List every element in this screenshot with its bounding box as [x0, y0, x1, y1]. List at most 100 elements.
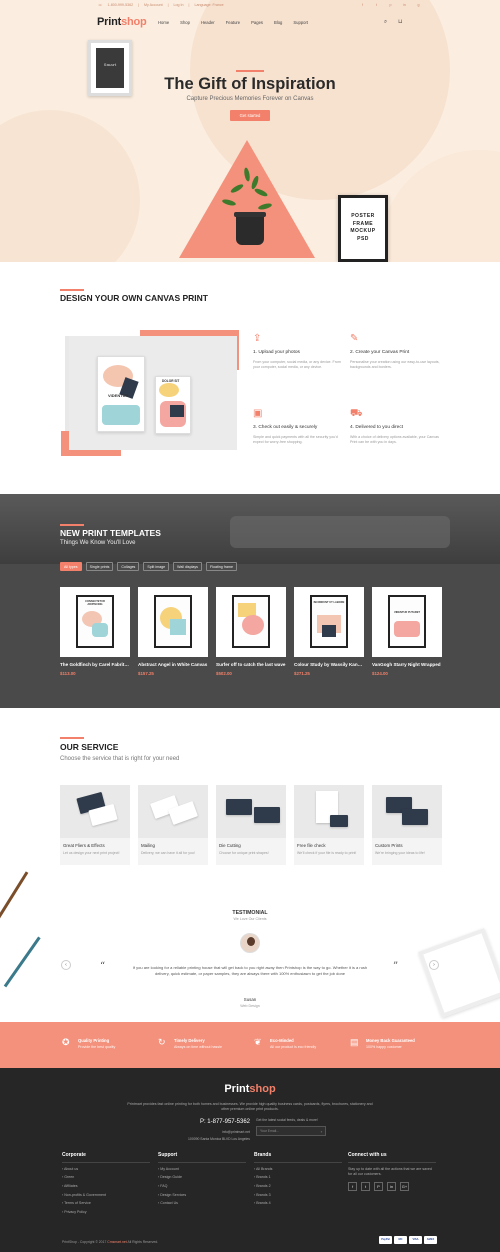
copyright-link[interactable]: Cmsmart.net: [107, 1240, 126, 1244]
site-logo[interactable]: Printshop: [97, 15, 147, 29]
service-image: [60, 785, 130, 838]
nav-item-shop[interactable]: Shop: [180, 20, 190, 25]
google-plus-icon[interactable]: G+: [400, 1182, 409, 1192]
nav-item-pages[interactable]: Pages: [251, 20, 263, 25]
product-image[interactable]: [138, 587, 208, 657]
my-account-link[interactable]: My Account: [144, 3, 163, 8]
footer-link[interactable]: › My Account: [158, 1167, 246, 1172]
facebook-icon[interactable]: f: [348, 1182, 357, 1192]
delivery-truck-icon: ⛟: [350, 408, 363, 419]
footer-col-support: Support › My Account › Design Guide › FA…: [158, 1152, 246, 1206]
footer-col-brands: Brands › All Brands › Brands 1 › Brands …: [254, 1152, 342, 1206]
service-card[interactable]: Free file check We'll check if your file…: [294, 785, 364, 865]
paintbrush-image: [3, 936, 41, 988]
linkedin-icon[interactable]: in: [402, 3, 407, 8]
avatar: [240, 933, 260, 953]
footer-link[interactable]: › Contact Us: [158, 1201, 246, 1206]
service-image: [294, 785, 364, 838]
templates-subtitle: Things We Know You'll Love: [60, 540, 136, 546]
footer-link[interactable]: › All Brands: [254, 1167, 342, 1172]
filter-all-types[interactable]: All types: [60, 562, 82, 571]
product-card[interactable]: Surfer off to catch the last wave $502.0…: [216, 587, 286, 677]
nav-item-feature[interactable]: Feature: [226, 20, 240, 25]
hero-title: The Gift of Inspiration: [164, 75, 336, 93]
get-started-button[interactable]: Get started: [230, 110, 270, 121]
product-list: CONSECTETUR ADIPISCING The Goldfinch by …: [60, 587, 442, 677]
product-image[interactable]: INCIDIDUNT UT LABORE: [294, 587, 364, 657]
nav-item-blog[interactable]: Blog: [274, 20, 282, 25]
filter-wall-displays[interactable]: Wall displays: [173, 562, 202, 571]
page: ☏ 1-800-999-5362 | My Account | Log In |…: [0, 0, 500, 1252]
canvas-print-b: DOLOR SIT: [155, 376, 191, 434]
filter-split-image[interactable]: Split image: [143, 562, 170, 571]
nav-item-support[interactable]: Support: [293, 20, 308, 25]
award-icon: ✪: [62, 1037, 70, 1047]
nav-item-home[interactable]: Home: [158, 20, 169, 25]
leaf-icon: ❦: [254, 1037, 262, 1047]
mastercard-icon: MC: [394, 1236, 407, 1244]
footer-link[interactable]: › Brands 3: [254, 1193, 342, 1198]
footer-col-connect: Connect with us Stay up to date with all…: [348, 1152, 436, 1192]
product-image[interactable]: CONSECTETUR ADIPISCING: [60, 587, 130, 657]
footer-contact: P: 1-877-957-5362 info@printmart.net 100…: [188, 1119, 250, 1142]
footer-link[interactable]: › About us: [62, 1167, 150, 1172]
cart-icon[interactable]: ⊔: [398, 19, 402, 26]
payment-methods: PayPal MC VISA AMEX: [379, 1236, 437, 1244]
footer-link[interactable]: › Brands 2: [254, 1184, 342, 1189]
product-card[interactable]: INCIDIDUNT UT LABORE Colour Study by Was…: [294, 587, 364, 677]
testimonial-title: TESTIMONIAL: [232, 910, 268, 916]
service-card[interactable]: Mailing Delivery, we can have it all for…: [138, 785, 208, 865]
testimonial-section: TESTIMONIAL We Love Our Clients ‹ › “ ” …: [0, 871, 500, 1022]
nav-item-header[interactable]: Header: [201, 20, 215, 25]
product-card[interactable]: CONSECTETUR ADIPISCING The Goldfinch by …: [60, 587, 130, 677]
service-image: [216, 785, 286, 838]
footer-logo[interactable]: Printshop: [0, 1082, 500, 1096]
product-image[interactable]: [216, 587, 286, 657]
design-section: DESIGN YOUR OWN CANVAS PRINT VIDENTUR DO…: [0, 262, 500, 494]
upload-icon: ⇪: [253, 333, 262, 344]
service-card[interactable]: Great Fliers & Effects Let us design you…: [60, 785, 130, 865]
pinterest-icon[interactable]: P: [374, 1182, 383, 1192]
service-subtitle: Choose the service that is right for you…: [60, 756, 180, 762]
filter-single-prints[interactable]: Single prints: [85, 562, 114, 571]
footer-link[interactable]: › Design Services: [158, 1193, 246, 1198]
facebook-icon[interactable]: f: [360, 3, 365, 8]
step-2: ✎ 2. Create your Canvas Print Personalis…: [350, 333, 440, 370]
footer-link[interactable]: › Terms of Service: [62, 1201, 150, 1206]
service-card[interactable]: Custom Prints We're bringing your ideas …: [372, 785, 442, 865]
footer-link[interactable]: › Green: [62, 1175, 150, 1180]
service-card[interactable]: Die Cutting Choose for unique print shap…: [216, 785, 286, 865]
twitter-icon[interactable]: t: [361, 1182, 370, 1192]
topbar-phone: 1-800-999-5362: [107, 3, 134, 7]
footer-link[interactable]: › Design Guide: [158, 1175, 246, 1180]
footer-link[interactable]: › Brands 4: [254, 1201, 342, 1206]
filter-floating-frame[interactable]: Floating frame: [205, 562, 237, 571]
login-link[interactable]: Log In: [174, 3, 184, 8]
search-icon[interactable]: ⌕: [384, 19, 387, 26]
linkedin-icon[interactable]: in: [387, 1182, 396, 1192]
product-card[interactable]: Abstract Angel in White Canvas $157.25: [138, 587, 208, 677]
footer-link[interactable]: › Brands 1: [254, 1175, 342, 1180]
step-1: ⇪ 1. Upload your photos From your comput…: [253, 333, 341, 370]
pinterest-icon[interactable]: p: [388, 3, 393, 8]
filter-collages[interactable]: Collages: [117, 562, 140, 571]
phone-icon: ☏: [98, 3, 103, 7]
prev-arrow-button[interactable]: ‹: [61, 960, 71, 970]
product-card[interactable]: VIDENTUR PUTARET VanGogh Starry Night Wr…: [372, 587, 442, 677]
footer-link[interactable]: › Non-profits & Government: [62, 1193, 150, 1198]
template-filters: All types Single prints Collages Split i…: [60, 562, 237, 571]
next-arrow-button[interactable]: ›: [429, 960, 439, 970]
footer-link[interactable]: › Affiliates: [62, 1184, 150, 1189]
product-image[interactable]: VIDENTUR PUTARET: [372, 587, 442, 657]
newsletter-submit-icon[interactable]: ›: [321, 1129, 322, 1134]
newsletter-email-input[interactable]: Your Email... ›: [256, 1126, 326, 1137]
main-nav: Printshop Home Shop Header Feature Pages…: [0, 12, 500, 34]
twitter-icon[interactable]: t: [374, 3, 379, 8]
footer-link[interactable]: › FAQ: [158, 1184, 246, 1189]
newsletter: Get the latest social feeds, deals & mor…: [256, 1118, 346, 1137]
service-image: [372, 785, 442, 838]
footer-link[interactable]: › Privacy Policy: [62, 1210, 150, 1215]
google-plus-icon[interactable]: g: [416, 3, 421, 8]
hero-subtitle: Capture Precious Memories Forever on Can…: [186, 96, 314, 102]
language-selector[interactable]: Language: France: [194, 3, 223, 8]
